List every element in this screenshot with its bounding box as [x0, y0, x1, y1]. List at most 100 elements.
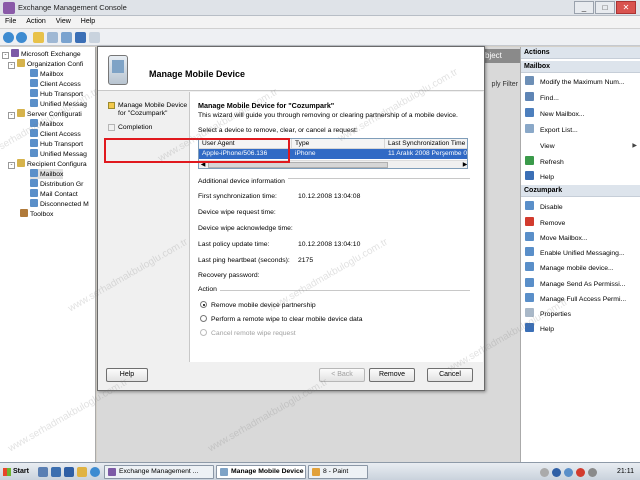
close-button[interactable]: ✕: [616, 1, 636, 14]
tree-org-config[interactable]: - Organization Confi: [8, 59, 83, 69]
first-sync-value: 10.12.2008 13:04:08: [298, 193, 361, 200]
radio-icon[interactable]: [200, 315, 207, 322]
tray-icon[interactable]: [588, 468, 597, 477]
cancel-button[interactable]: Cancel: [427, 368, 473, 382]
remove-button[interactable]: Remove: [369, 368, 415, 382]
action-enable-um[interactable]: Enable Unified Messaging...: [523, 247, 639, 259]
ping-heartbeat-value: 2175: [298, 257, 314, 264]
radio-remote-wipe[interactable]: Perform a remote wipe to clear mobile de…: [200, 315, 363, 323]
paint-icon: [312, 468, 320, 476]
action-new-mailbox[interactable]: New Mailbox...: [523, 108, 639, 120]
action-move-mailbox[interactable]: Move Mailbox...: [523, 232, 639, 244]
task-exchange-console[interactable]: Exchange Management ...: [104, 465, 214, 479]
tree-toolbox[interactable]: Toolbox: [20, 209, 53, 219]
menu-file[interactable]: File: [0, 16, 21, 27]
help-button[interactable]: Help: [106, 368, 148, 382]
window-titlebar[interactable]: Exchange Management Console _ □ ✕: [0, 0, 640, 16]
minimize-button[interactable]: _: [574, 1, 594, 14]
show-hide-tree-icon[interactable]: [47, 32, 58, 43]
column-type[interactable]: Type: [292, 139, 385, 149]
action-view[interactable]: View ▶: [523, 140, 639, 152]
horizontal-scrollbar[interactable]: ◀ ▶: [199, 160, 467, 168]
device-list[interactable]: User Agent Type Last Synchronization Tim…: [198, 138, 468, 169]
column-user-agent[interactable]: User Agent: [199, 139, 292, 149]
collapse-icon[interactable]: -: [8, 112, 15, 119]
tree-server-hub-transport[interactable]: Hub Transport: [30, 139, 83, 149]
task-paint[interactable]: 8 - Paint: [308, 465, 368, 479]
help-icon[interactable]: [75, 32, 86, 43]
tree-root[interactable]: - Microsoft Exchange: [2, 49, 81, 59]
menu-view[interactable]: View: [51, 16, 76, 27]
actions-section-cozumpark[interactable]: Cozumpark: [521, 185, 640, 197]
tree-org-hub-transport[interactable]: Hub Transport: [30, 89, 83, 99]
action-manage-full-access[interactable]: Manage Full Access Permi...: [523, 293, 639, 305]
task-manage-mobile-device[interactable]: Manage Mobile Device: [216, 465, 306, 479]
tree-disconnected-mailbox[interactable]: Disconnected M: [30, 199, 89, 209]
tree-org-mailbox[interactable]: Mailbox: [30, 69, 63, 79]
action-help-2[interactable]: Help: [523, 323, 639, 335]
tree-server-unified-messaging[interactable]: Unified Messag: [30, 149, 87, 159]
folder-icon: [17, 159, 25, 167]
collapse-icon[interactable]: -: [8, 162, 15, 169]
action-remove[interactable]: Remove: [523, 217, 639, 229]
properties-icon[interactable]: [61, 32, 72, 43]
tree-server-config[interactable]: - Server Configurati: [8, 109, 82, 119]
security-icon[interactable]: [576, 468, 585, 477]
tree-server-mailbox[interactable]: Mailbox: [30, 119, 63, 129]
clock[interactable]: 21:11: [617, 468, 634, 475]
maximize-button[interactable]: □: [595, 1, 615, 14]
language-icon[interactable]: [540, 468, 549, 477]
blank-icon: [525, 140, 534, 149]
tree-recipient-config[interactable]: - Recipient Configura: [8, 159, 87, 169]
collapse-icon[interactable]: -: [8, 62, 15, 69]
tree-org-client-access[interactable]: Client Access: [30, 79, 81, 89]
action-properties[interactable]: Properties: [523, 308, 639, 320]
network-icon[interactable]: [552, 468, 561, 477]
action-manage-send-as[interactable]: Manage Send As Permissi...: [523, 278, 639, 290]
scroll-left-icon[interactable]: ◀: [199, 161, 207, 168]
action-modify-max[interactable]: Modify the Maximum Num...: [523, 76, 639, 88]
unified-messaging-icon: [30, 149, 38, 157]
wizard-content: Manage Mobile Device for "Cozumpark" Thi…: [189, 92, 483, 362]
device-row[interactable]: Apple-iPhone/506.136 iPhone 11 Aralık 20…: [199, 149, 467, 159]
action-find[interactable]: Find...: [523, 92, 639, 104]
up-folder-icon[interactable]: [33, 32, 44, 43]
action-pane-icon[interactable]: [89, 32, 100, 43]
action-export-list[interactable]: Export List...: [523, 124, 639, 136]
menu-action[interactable]: Action: [21, 16, 50, 27]
tree-mail-contact[interactable]: Mail Contact: [30, 189, 78, 199]
actions-section-mailbox[interactable]: Mailbox: [521, 61, 640, 73]
menu-help[interactable]: Help: [76, 16, 100, 27]
tree-server-client-access[interactable]: Client Access: [30, 129, 81, 139]
start-button[interactable]: Start: [1, 465, 34, 479]
internet-explorer-icon[interactable]: [90, 467, 100, 477]
volume-icon[interactable]: [564, 468, 573, 477]
action-disable[interactable]: Disable: [523, 201, 639, 213]
tree-recipient-mailbox[interactable]: Mailbox: [30, 169, 64, 179]
column-last-sync[interactable]: Last Synchronization Time: [385, 139, 467, 149]
client-access-icon: [30, 129, 38, 137]
tree-org-unified-messaging[interactable]: Unified Messag: [30, 99, 87, 109]
radio-remove-partnership[interactable]: Remove mobile device partnership: [200, 301, 316, 309]
powershell-icon[interactable]: [64, 467, 74, 477]
forward-arrow-icon[interactable]: [16, 32, 27, 43]
show-desktop-icon[interactable]: [38, 467, 48, 477]
action-manage-mobile-device[interactable]: Manage mobile device...: [523, 262, 639, 274]
manage-mobile-device-dialog: Manage Mobile Device Manage Mobile Devic…: [97, 46, 485, 391]
back-arrow-icon[interactable]: [3, 32, 14, 43]
radio-selected-icon[interactable]: [200, 301, 207, 308]
collapse-icon[interactable]: -: [2, 52, 9, 59]
action-help[interactable]: Help: [523, 171, 639, 183]
server-manager-icon[interactable]: [51, 467, 61, 477]
action-refresh[interactable]: Refresh: [523, 156, 639, 168]
radio-disabled-icon: [200, 329, 207, 336]
apply-filter-link[interactable]: ply Filter: [492, 81, 518, 88]
actions-header: Actions: [521, 47, 640, 59]
explorer-icon[interactable]: [77, 467, 87, 477]
scroll-thumb[interactable]: [208, 162, 388, 168]
properties-icon: [525, 308, 534, 317]
actions-pane: Actions Mailbox Modify the Maximum Num..…: [520, 47, 640, 462]
scroll-right-icon[interactable]: ▶: [461, 161, 467, 168]
tree-distribution-group[interactable]: Distribution Gr: [30, 179, 83, 189]
dialog-header: Manage Mobile Device: [98, 47, 484, 91]
